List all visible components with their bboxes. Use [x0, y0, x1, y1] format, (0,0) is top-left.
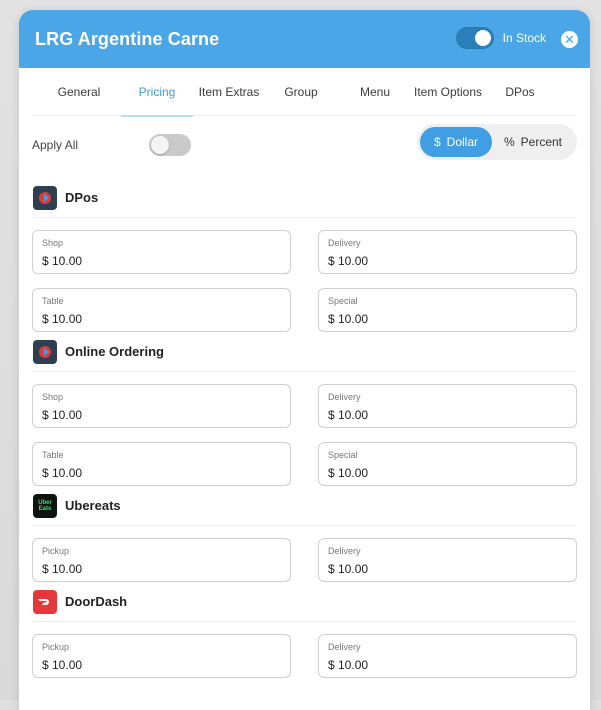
tab-general[interactable]: General [45, 68, 113, 116]
field-value: $ 10.00 [42, 466, 281, 480]
field-value: $ 10.00 [328, 658, 567, 672]
dpos-fields: Shop $ 10.00 Delivery $ 10.00 Table $ 10… [19, 218, 590, 332]
special-price-field[interactable]: Special $ 10.00 [318, 442, 577, 486]
field-label: Special [328, 296, 567, 306]
field-value: $ 10.00 [328, 562, 567, 576]
percent-label: Percent [521, 135, 562, 149]
toggle-knob [151, 136, 169, 154]
field-label: Pickup [42, 642, 281, 652]
dollar-icon: $ [434, 135, 441, 149]
in-stock-control: In Stock [456, 27, 546, 49]
tab-bar: General Pricing Item Extras Group Menu I… [33, 68, 576, 116]
delivery-price-field[interactable]: Delivery $ 10.00 [318, 538, 577, 582]
special-price-field[interactable]: Special $ 10.00 [318, 288, 577, 332]
percent-icon: % [504, 135, 515, 149]
section-title: DPos [65, 190, 98, 205]
close-icon[interactable]: ✕ [561, 31, 578, 48]
table-price-field[interactable]: Table $ 10.00 [32, 442, 291, 486]
tab-pricing[interactable]: Pricing [121, 68, 193, 116]
percent-button[interactable]: % Percent [492, 127, 574, 157]
section-title: DoorDash [65, 594, 127, 609]
field-label: Delivery [328, 546, 567, 556]
tab-group[interactable]: Group [267, 68, 335, 116]
tab-dpos[interactable]: DPos [485, 68, 555, 116]
section-title: Ubereats [65, 498, 121, 513]
item-edit-modal: LRG Argentine Carne In Stock ✕ General P… [19, 10, 590, 710]
field-label: Special [328, 450, 567, 460]
field-label: Delivery [328, 642, 567, 652]
pickup-price-field[interactable]: Pickup $ 10.00 [32, 634, 291, 678]
pickup-price-field[interactable]: Pickup $ 10.00 [32, 538, 291, 582]
field-label: Shop [42, 238, 281, 248]
doordash-fields: Pickup $ 10.00 Delivery $ 10.00 [19, 622, 590, 678]
online-ordering-fields: Shop $ 10.00 Delivery $ 10.00 Table $ 10… [19, 372, 590, 486]
ubereats-fields: Pickup $ 10.00 Delivery $ 10.00 [19, 526, 590, 582]
section-online-ordering: Online Ordering [33, 332, 576, 372]
section-title: Online Ordering [65, 344, 164, 359]
field-value: $ 10.00 [42, 254, 281, 268]
modal-title: LRG Argentine Carne [35, 29, 219, 50]
online-ordering-logo-icon [33, 340, 57, 364]
ubereats-logo-icon: Uber Eats [33, 494, 57, 518]
modal-header: LRG Argentine Carne In Stock ✕ [19, 10, 590, 68]
field-label: Pickup [42, 546, 281, 556]
field-value: $ 10.00 [42, 658, 281, 672]
dollar-button[interactable]: $ Dollar [420, 127, 492, 157]
apply-all-label: Apply All [32, 138, 78, 152]
field-label: Table [42, 296, 281, 306]
apply-all-row: Apply All $ Dollar % Percent [19, 116, 590, 178]
dpos-logo-icon [33, 186, 57, 210]
field-label: Delivery [328, 238, 567, 248]
field-value: $ 10.00 [328, 254, 567, 268]
field-label: Shop [42, 392, 281, 402]
shop-price-field[interactable]: Shop $ 10.00 [32, 230, 291, 274]
field-label: Delivery [328, 392, 567, 402]
shop-price-field[interactable]: Shop $ 10.00 [32, 384, 291, 428]
field-value: $ 10.00 [328, 408, 567, 422]
toggle-knob [475, 30, 491, 46]
delivery-price-field[interactable]: Delivery $ 10.00 [318, 230, 577, 274]
section-dpos: DPos [33, 178, 576, 218]
section-ubereats: Uber Eats Ubereats [33, 486, 576, 526]
field-label: Table [42, 450, 281, 460]
doordash-logo-icon [33, 590, 57, 614]
field-value: $ 10.00 [42, 562, 281, 576]
in-stock-label: In Stock [503, 31, 546, 45]
price-mode-switch: $ Dollar % Percent [417, 124, 577, 160]
delivery-price-field[interactable]: Delivery $ 10.00 [318, 634, 577, 678]
field-value: $ 10.00 [42, 408, 281, 422]
tab-menu[interactable]: Menu [339, 68, 411, 116]
section-doordash: DoorDash [33, 582, 576, 622]
field-value: $ 10.00 [42, 312, 281, 326]
table-price-field[interactable]: Table $ 10.00 [32, 288, 291, 332]
in-stock-toggle[interactable] [456, 27, 494, 49]
field-value: $ 10.00 [328, 466, 567, 480]
delivery-price-field[interactable]: Delivery $ 10.00 [318, 384, 577, 428]
field-value: $ 10.00 [328, 312, 567, 326]
dollar-label: Dollar [447, 135, 478, 149]
tab-item-options[interactable]: Item Options [413, 68, 483, 116]
apply-all-toggle[interactable] [149, 134, 191, 156]
tab-item-extras[interactable]: Item Extras [197, 68, 261, 116]
